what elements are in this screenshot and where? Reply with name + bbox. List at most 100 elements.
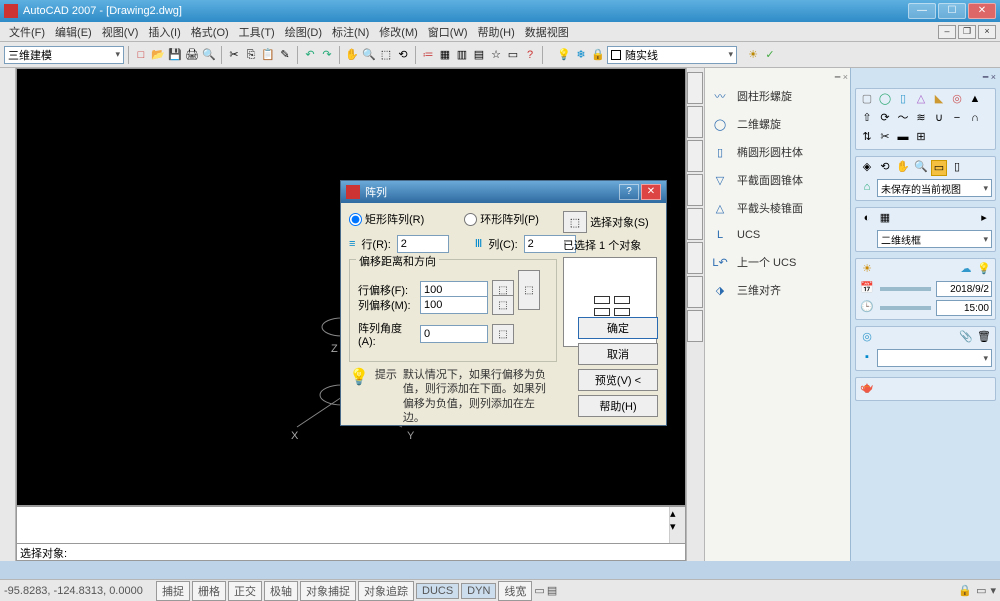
design-center-icon[interactable]: ▦ (437, 47, 453, 63)
layer-lock-icon[interactable]: 🔒 (590, 47, 606, 63)
markup-icon[interactable]: ☆ (488, 47, 504, 63)
visual-style-icon[interactable]: ◐ (859, 211, 875, 227)
menu-draw[interactable]: 绘图(D) (280, 24, 327, 40)
palette-tab-1[interactable] (687, 72, 703, 104)
zoom-icon-2[interactable]: 🔍 (913, 160, 929, 176)
cone-icon[interactable]: △ (913, 92, 929, 108)
date-icon[interactable]: 📅 (859, 281, 875, 297)
ortho-toggle[interactable]: 正交 (228, 581, 262, 601)
zoom-icon[interactable]: 🔍 (361, 47, 377, 63)
menu-modify[interactable]: 修改(M) (374, 24, 423, 40)
calc-icon[interactable]: ▭ (505, 47, 521, 63)
rect-array-radio[interactable]: 矩形阵列(R) (349, 211, 424, 227)
col-offset-pick-button[interactable]: ⬚ (492, 295, 514, 315)
ducs-toggle[interactable]: DUCS (416, 583, 459, 599)
menu-window[interactable]: 窗口(W) (423, 24, 473, 40)
revolve-icon[interactable]: ⟳ (877, 111, 893, 127)
loft-icon[interactable]: ≋ (913, 111, 929, 127)
menu-file[interactable]: 文件(F) (4, 24, 50, 40)
swatch-icon[interactable]: ▪ (859, 350, 875, 366)
menu-tools[interactable]: 工具(T) (234, 24, 280, 40)
rows-input[interactable] (397, 235, 449, 253)
polar-array-radio[interactable]: 环形阵列(P) (464, 211, 539, 227)
palette-item-ucs[interactable]: LUCS (707, 226, 848, 244)
menu-dataview[interactable]: 数据视图 (520, 24, 574, 40)
help-button[interactable]: 帮助(H) (578, 395, 658, 417)
sheet-set-icon[interactable]: ▤ (471, 47, 487, 63)
palette-item-helix-cyl[interactable]: 〰圆柱形螺旋 (707, 86, 848, 106)
date-input[interactable] (936, 281, 993, 297)
help-icon[interactable]: ? (522, 47, 538, 63)
palette-tab-7[interactable] (687, 276, 703, 308)
save-icon[interactable]: 💾 (167, 47, 183, 63)
print-icon[interactable]: 🖨 (184, 47, 200, 63)
palette-tab-5[interactable] (687, 208, 703, 240)
angle-pick-button[interactable]: ⬚ (492, 324, 514, 344)
preview-icon[interactable]: 🔍 (201, 47, 217, 63)
attach-icon[interactable]: 📎 (958, 330, 974, 346)
sun-icon[interactable]: ☀ (859, 262, 875, 278)
layer-manager-icon[interactable]: ☀ (745, 47, 761, 63)
menu-dimension[interactable]: 标注(N) (327, 24, 374, 40)
palette-item-frustum-pyramid[interactable]: △平截头棱锥面 (707, 198, 848, 218)
menu-view[interactable]: 视图(V) (97, 24, 144, 40)
pan-icon[interactable]: ✋ (344, 47, 360, 63)
palette-item-helix-2d[interactable]: ◯二维螺旋 (707, 114, 848, 134)
wedge-icon[interactable]: ◣ (931, 92, 947, 108)
mdi-minimize-button[interactable]: – (938, 25, 956, 39)
intersect-icon[interactable]: ∩ (967, 111, 983, 127)
redo-icon[interactable]: ↷ (319, 47, 335, 63)
zoom-window-icon[interactable]: ⬚ (378, 47, 394, 63)
imprint-icon[interactable]: ⊞ (913, 130, 929, 146)
tool-palettes-icon[interactable]: ▥ (454, 47, 470, 63)
maximize-button[interactable]: ☐ (938, 3, 966, 19)
mdi-restore-button[interactable]: ❐ (958, 25, 976, 39)
dialog-help-button[interactable]: ? (619, 184, 639, 200)
box-icon[interactable]: ▢ (859, 92, 875, 108)
polar-toggle[interactable]: 极轴 (264, 581, 298, 601)
mdi-close-button[interactable]: × (978, 25, 996, 39)
style-next-icon[interactable]: ▸ (976, 211, 992, 227)
palette-tab-8[interactable] (687, 310, 703, 342)
light-icon[interactable]: 💡 (976, 262, 992, 278)
cut-icon[interactable]: ✂ (226, 47, 242, 63)
close-button[interactable]: ✕ (968, 3, 996, 19)
both-offset-pick-button[interactable]: ⬚ (518, 270, 540, 310)
render-icon[interactable]: 🫖 (859, 381, 875, 397)
command-line[interactable]: ▴▾ (16, 506, 686, 544)
wireframe-icon[interactable]: ▦ (877, 211, 893, 227)
palette-tab-4[interactable] (687, 174, 703, 206)
undo-icon[interactable]: ↶ (302, 47, 318, 63)
zoom-prev-icon[interactable]: ⟲ (395, 47, 411, 63)
parallel-icon[interactable]: ▯ (949, 160, 965, 176)
view-home-icon[interactable]: ⌂ (859, 180, 875, 196)
angle-input[interactable] (420, 325, 488, 343)
cancel-button[interactable]: 取消 (578, 343, 658, 365)
layer-bulb-icon[interactable]: 💡 (556, 47, 572, 63)
style-dropdown[interactable]: 二维线框 (877, 230, 992, 248)
presspull-icon[interactable]: ⇅ (859, 130, 875, 146)
view-dropdown[interactable]: 未保存的当前视图 (877, 179, 992, 197)
col-offset-input[interactable] (420, 296, 488, 314)
properties-icon[interactable]: ≔ (420, 47, 436, 63)
palette-tab-2[interactable] (687, 106, 703, 138)
menu-edit[interactable]: 编辑(E) (50, 24, 97, 40)
palette-item-ucs-prev[interactable]: L↶上一个 UCS (707, 252, 848, 272)
perspective-icon[interactable]: ▭ (931, 160, 947, 176)
torus-icon[interactable]: ◎ (949, 92, 965, 108)
layout-icon[interactable]: ▤ (547, 584, 557, 598)
palette-item-3dalign[interactable]: ⬗三维对齐 (707, 280, 848, 300)
lwt-toggle[interactable]: 线宽 (498, 581, 532, 601)
grid-toggle[interactable]: 栅格 (192, 581, 226, 601)
new-icon[interactable]: □ (133, 47, 149, 63)
thicken-icon[interactable]: ▬ (895, 130, 911, 146)
pyramid-icon[interactable]: ▲ (967, 92, 983, 108)
orbit-icon[interactable]: ⟲ (877, 160, 893, 176)
dialog-titlebar[interactable]: 阵列 ? ✕ (341, 181, 666, 203)
cylinder-icon[interactable]: ▯ (895, 92, 911, 108)
remove-icon[interactable]: 🗑 (976, 330, 992, 346)
tray-plot-icon[interactable]: ▭ (976, 584, 986, 598)
pan-icon-2[interactable]: ✋ (895, 160, 911, 176)
open-icon[interactable]: 📂 (150, 47, 166, 63)
tray-clean-icon[interactable]: ▾ (990, 584, 996, 598)
